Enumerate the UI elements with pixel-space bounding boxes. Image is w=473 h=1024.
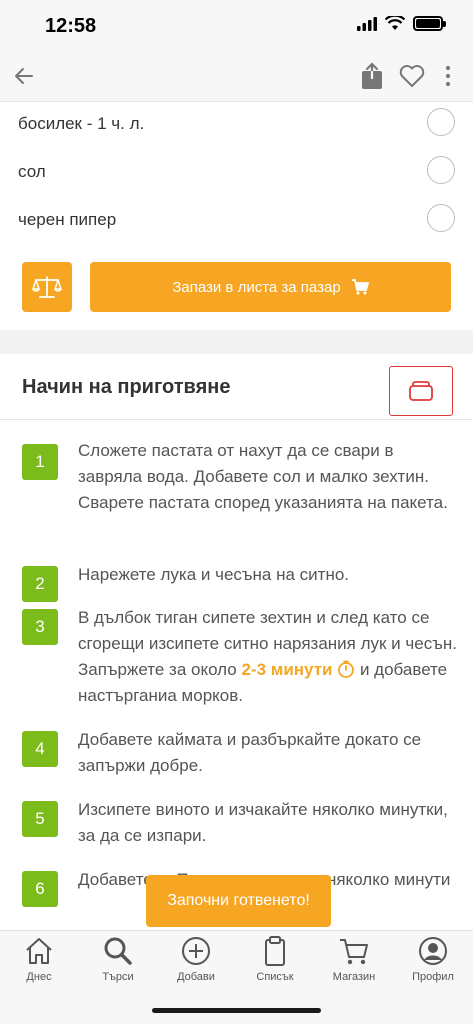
tab-add[interactable]: Добави	[161, 935, 231, 991]
wifi-icon	[385, 16, 405, 30]
status-time: 12:58	[45, 15, 97, 37]
method-title: Начин на приготвяне	[22, 376, 231, 398]
cart-icon	[351, 279, 369, 295]
step-number: 4	[22, 731, 58, 767]
step-text: Нарежете лука и чесъна на ситно.	[78, 565, 350, 584]
step-text: Изсипете виното и изчакайте няколко мину…	[78, 800, 448, 845]
tab-today[interactable]: Днес	[4, 935, 74, 991]
step-text: В дълбок тиган сипете зехтин и след като…	[78, 605, 460, 709]
ingredient-label: босилек - 1 ч. л.	[18, 114, 145, 133]
ingredient-checkbox[interactable]	[427, 204, 455, 232]
step-number: 1	[22, 444, 58, 480]
ingredient-label: сол	[18, 162, 46, 181]
scale-icon	[32, 276, 62, 298]
tab-label: Търси	[102, 971, 134, 983]
save-to-shopping-list-button[interactable]: Запази в листа за пазар	[90, 262, 451, 312]
tab-list[interactable]: Списък	[240, 935, 310, 991]
tab-label: Днес	[26, 971, 52, 983]
ingredient-row: черен пипер	[0, 198, 473, 246]
clipboard-icon	[265, 936, 285, 966]
share-icon[interactable]	[360, 62, 384, 90]
section-divider	[0, 330, 473, 354]
tab-profile[interactable]: Профил	[398, 935, 468, 991]
tab-label: Профил	[412, 971, 454, 983]
cook-mode-icon	[409, 381, 433, 401]
tab-label: Списък	[256, 971, 294, 983]
step-number: 3	[22, 609, 58, 645]
status-bar: 12:58	[0, 0, 473, 52]
ingredient-row: босилек - 1 ч. л.	[0, 102, 473, 150]
step-text: Сложете пастата от нахут да се свари в з…	[78, 441, 448, 512]
save-button-label: Запази в листа за пазар	[172, 278, 341, 296]
tab-search[interactable]: Търси	[83, 935, 153, 991]
cart-icon	[340, 939, 368, 965]
step-text: Добавете каймата и разбъркайте докато се…	[78, 730, 422, 775]
add-icon	[182, 937, 210, 965]
ingredient-row: сол	[0, 150, 473, 198]
method-section-header: Начин на приготвяне	[0, 354, 473, 420]
ingredient-checkbox[interactable]	[427, 156, 455, 184]
home-indicator	[152, 1008, 321, 1013]
back-arrow-icon[interactable]	[12, 64, 36, 88]
signal-icon	[357, 16, 377, 31]
more-vertical-icon[interactable]	[442, 64, 454, 88]
heart-icon[interactable]	[398, 62, 426, 90]
cook-mode-button[interactable]	[389, 366, 453, 416]
home-icon	[26, 938, 52, 964]
ingredient-checkbox[interactable]	[427, 108, 455, 136]
tab-label: Магазин	[332, 971, 376, 983]
search-icon	[104, 937, 132, 965]
ingredient-label: черен пипер	[18, 210, 117, 229]
app-header	[0, 52, 473, 102]
step-number: 2	[22, 566, 58, 602]
step-number: 6	[22, 871, 58, 907]
portion-scale-button[interactable]	[22, 262, 72, 312]
timer-icon[interactable]	[337, 660, 355, 678]
status-icons	[357, 16, 446, 31]
profile-icon	[419, 937, 447, 965]
tab-label: Добави	[177, 971, 215, 983]
tab-shop[interactable]: Магазин	[319, 935, 389, 991]
battery-icon	[413, 16, 446, 31]
step-number: 5	[22, 801, 58, 837]
start-cooking-button[interactable]: Започни готвенето!	[146, 875, 331, 927]
step-timer[interactable]: 2-3 минути	[241, 660, 332, 679]
